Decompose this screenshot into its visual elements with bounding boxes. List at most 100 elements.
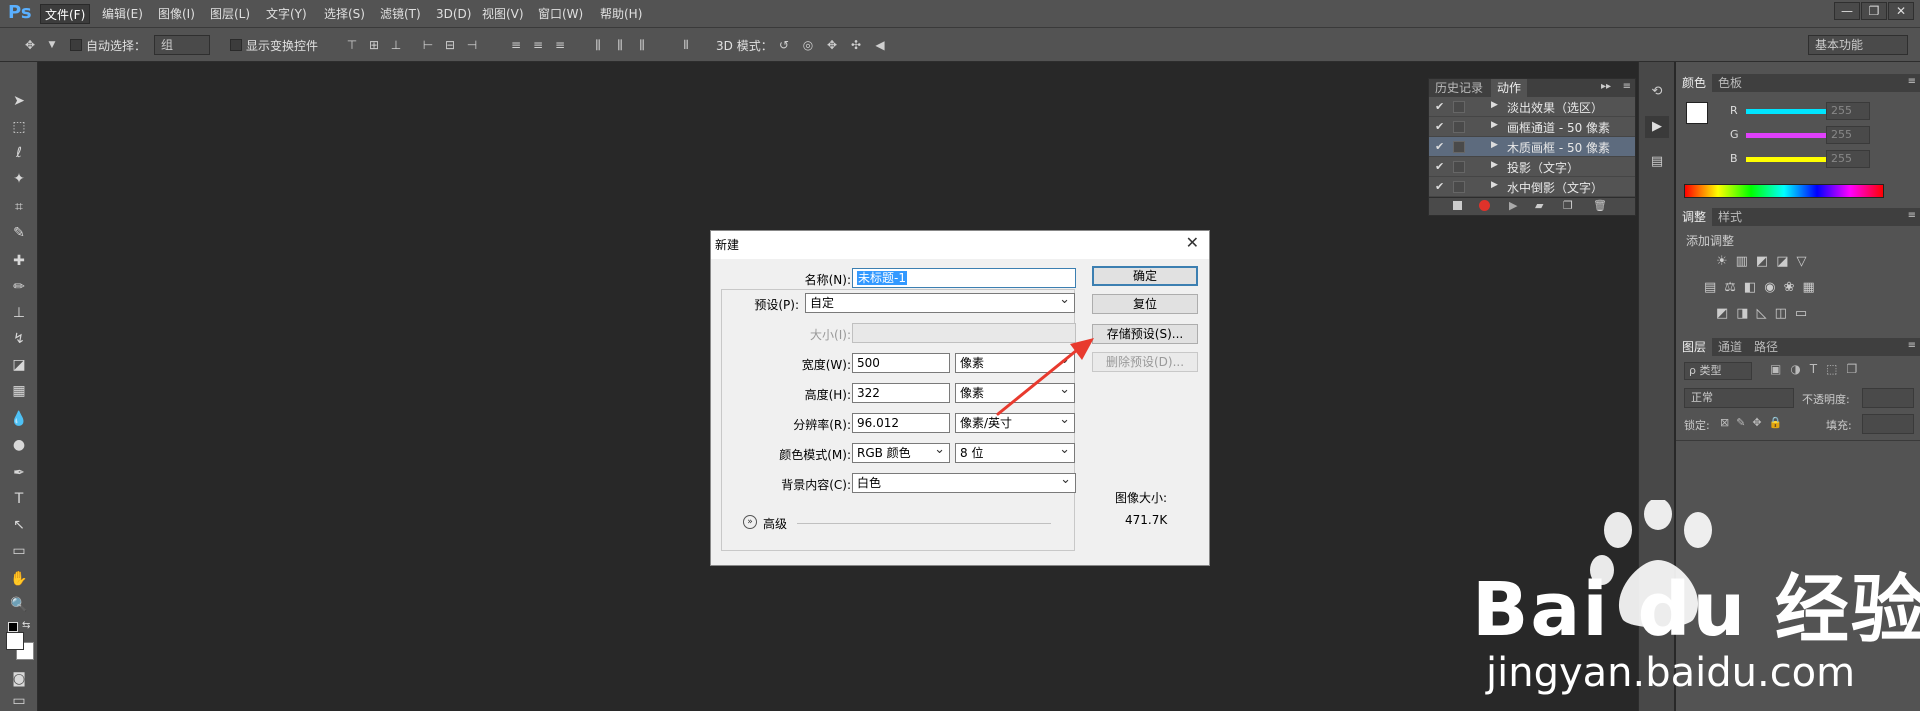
tab-layers[interactable]: 图层 [1676,338,1713,356]
hand-tool-icon[interactable]: ✋ [8,568,30,590]
tab-paths[interactable]: 路径 [1748,338,1784,356]
adjustment-icons-row-2[interactable]: ▤⚖◧◉❀▦ [1704,280,1823,295]
3d-rotate-icon[interactable]: ↺ [776,37,792,53]
menu-file[interactable]: 文件(F) [40,4,91,24]
tab-styles[interactable]: 样式 [1712,208,1748,226]
menu-edit[interactable]: 编辑(E) [98,4,147,24]
dodge-tool-icon[interactable]: ● [8,434,30,456]
distribute-bottom-icon[interactable]: ≡ [552,37,568,53]
move-tool-icon[interactable]: ➤ [8,90,30,112]
default-colors-icon[interactable] [8,622,18,632]
action-enabled-check-icon[interactable]: ✔ [1435,180,1444,193]
3d-pan-icon[interactable]: ✥ [824,37,840,53]
panel-menu-icon[interactable]: ≡ [1908,340,1916,351]
auto-select-checkbox[interactable] [70,39,82,51]
align-left-icon[interactable]: ⊢ [420,37,436,53]
swap-colors-icon[interactable]: ⇆ [22,620,30,631]
distribute-vcenter-icon[interactable]: ≡ [530,37,546,53]
quick-mask-icon[interactable]: ◙ [8,668,30,690]
stop-icon[interactable] [1453,201,1462,210]
action-enabled-check-icon[interactable]: ✔ [1435,120,1444,133]
menu-layer[interactable]: 图层(L) [206,4,254,24]
bit-depth-dropdown[interactable]: 8 位 [955,441,1075,463]
delete-trash-icon[interactable]: 🗑 [1593,199,1607,212]
screen-mode-icon[interactable]: ▭ [8,690,30,711]
lasso-tool-icon[interactable]: ℓ [8,142,30,164]
workspace-dropdown[interactable]: 基本功能 [1808,35,1908,55]
panel-menu-icon[interactable]: ≡ [1908,76,1916,87]
menu-help[interactable]: 帮助(H) [596,4,646,24]
action-row[interactable]: ✔ ▶ 淡出效果（选区） [1429,97,1635,117]
actions-panel-icon[interactable]: ▶ [1645,116,1669,138]
action-row[interactable]: ✔ ▶ 画框通道 - 50 像素 [1429,117,1635,137]
marquee-tool-icon[interactable]: ⬚ [8,116,30,138]
magic-wand-tool-icon[interactable]: ✦ [8,168,30,190]
tool-preset-dropdown-icon[interactable]: ▼ [44,37,60,53]
expand-arrow-icon[interactable]: ▶ [1491,180,1498,190]
tab-channels[interactable]: 通道 [1712,338,1748,356]
shape-tool-icon[interactable]: ▭ [8,540,30,562]
action-dialog-toggle[interactable] [1453,161,1465,173]
adjustment-icons-row-3[interactable]: ◩◨◺◫▭ [1716,306,1815,321]
foreground-color-swatch[interactable] [1686,102,1708,124]
play-icon[interactable]: ▶ [1509,199,1517,212]
panel-menu-icon[interactable]: ≡ [1623,81,1631,92]
menu-filter[interactable]: 滤镜(T) [376,4,425,24]
tab-swatches[interactable]: 色板 [1712,74,1748,92]
action-dialog-toggle[interactable] [1453,101,1465,113]
align-right-icon[interactable]: ⊣ [464,37,480,53]
properties-panel-icon[interactable]: ▤ [1647,154,1667,174]
auto-align-icon[interactable]: ⫴ [678,37,694,53]
save-preset-button[interactable]: 存储预设(S)... [1092,324,1198,344]
zoom-tool-icon[interactable]: 🔍 [8,594,30,616]
panel-menu-icon[interactable]: ≡ [1908,210,1916,221]
distribute-top-icon[interactable]: ≡ [508,37,524,53]
distribute-left-icon[interactable]: ⫼ [590,37,606,53]
path-selection-tool-icon[interactable]: ↖ [8,514,30,536]
advanced-label[interactable]: 高级 [763,515,787,532]
move-tool-icon[interactable]: ✥ [22,37,38,53]
expand-advanced-icon[interactable]: » [743,515,757,529]
align-top-icon[interactable]: ⊤ [344,37,360,53]
width-field[interactable]: 500 [852,353,950,373]
history-panel-icon[interactable]: ⟲ [1647,84,1667,104]
reset-button[interactable]: 复位 [1092,294,1198,314]
action-row[interactable]: ✔ ▶ 水中倒影（文字） [1429,177,1635,197]
clone-stamp-tool-icon[interactable]: ⊥ [8,302,30,324]
color-spectrum-ramp[interactable] [1684,184,1884,198]
menu-3d[interactable]: 3D(D) [432,4,475,24]
layer-filter-icons[interactable]: ▣◑T⬚❐ [1770,362,1866,376]
color-mode-dropdown[interactable]: RGB 颜色 [852,441,950,463]
expand-arrow-icon[interactable]: ▶ [1491,100,1498,110]
tab-color[interactable]: 颜色 [1676,74,1713,92]
blur-tool-icon[interactable]: 💧 [8,408,30,430]
preset-dropdown[interactable]: 自定 [805,291,1075,313]
align-bottom-icon[interactable]: ⊥ [388,37,404,53]
red-value-field[interactable]: 255 [1826,102,1870,120]
record-icon[interactable] [1479,200,1490,211]
healing-brush-tool-icon[interactable]: ✚ [8,250,30,272]
action-dialog-toggle[interactable] [1453,181,1465,193]
action-enabled-check-icon[interactable]: ✔ [1435,160,1444,173]
opacity-field[interactable] [1862,388,1914,408]
menu-type[interactable]: 文字(Y) [262,4,311,24]
3d-slide-icon[interactable]: ✣ [848,37,864,53]
blend-mode-dropdown[interactable]: 正常 [1684,388,1794,408]
foreground-color-swatch[interactable] [6,632,24,650]
menu-select[interactable]: 选择(S) [320,4,369,24]
3d-roll-icon[interactable]: ◎ [800,37,816,53]
layer-filter-dropdown[interactable]: ρ 类型 [1684,362,1752,380]
menu-image[interactable]: 图像(I) [154,4,199,24]
new-set-folder-icon[interactable]: ▰ [1535,199,1543,212]
expand-arrow-icon[interactable]: ▶ [1491,140,1498,150]
history-brush-tool-icon[interactable]: ↯ [8,328,30,350]
distribute-hcenter-icon[interactable]: ⫼ [612,37,628,53]
type-tool-icon[interactable]: T [8,488,30,510]
close-icon[interactable]: ✕ [1888,2,1914,20]
fill-field[interactable] [1862,414,1914,434]
ok-button[interactable]: 确定 [1092,266,1198,286]
minimize-icon[interactable]: — [1834,2,1860,20]
tab-adjustments[interactable]: 调整 [1676,208,1713,226]
gradient-tool-icon[interactable]: ▦ [8,380,30,402]
collapse-panel-icon[interactable]: ▸▸ [1601,81,1611,92]
